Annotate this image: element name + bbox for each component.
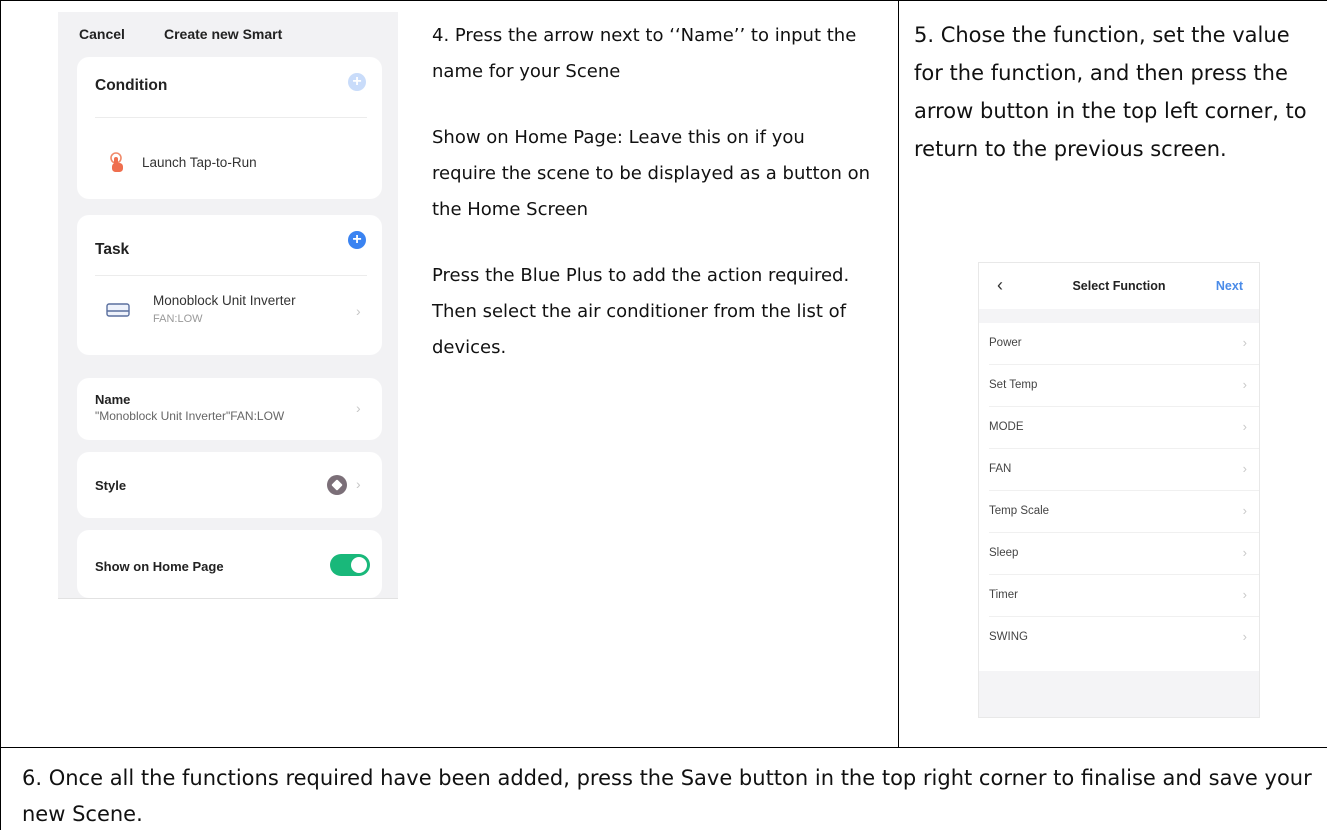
toggle-knob — [351, 557, 367, 573]
chevron-right-icon[interactable]: › — [356, 400, 361, 416]
task-card: Task + Monoblock Unit Inverter FAN:LOW › — [77, 215, 382, 355]
function-label: FAN — [989, 463, 1012, 475]
ac-unit-icon — [106, 303, 130, 317]
launch-tap-to-run-item[interactable]: Launch Tap-to-Run — [142, 155, 257, 170]
show-home-card: Show on Home Page — [77, 530, 382, 598]
chevron-right-icon: › — [1242, 461, 1247, 476]
create-scene-screenshot: Cancel Create new Smart Condition + Laun… — [58, 12, 398, 599]
app-header: ‹ Select Function Next — [979, 263, 1259, 309]
table-border-top — [0, 0, 1327, 1]
function-label: MODE — [989, 421, 1024, 433]
table-divider-horizontal — [0, 747, 1327, 748]
divider — [95, 275, 367, 276]
name-value: "Monoblock Unit Inverter"FAN:LOW — [95, 409, 285, 423]
plus-circle-icon[interactable]: + — [348, 73, 366, 91]
screen-title: Create new Smart — [164, 26, 283, 42]
function-label: Set Temp — [989, 379, 1038, 391]
table-border-left — [0, 0, 1, 830]
function-label: Power — [989, 337, 1022, 349]
divider — [95, 117, 367, 118]
function-label: Sleep — [989, 547, 1019, 559]
function-item-mode[interactable]: MODE › — [979, 407, 1259, 449]
function-item-sleep[interactable]: Sleep › — [979, 533, 1259, 575]
function-item-set-temp[interactable]: Set Temp › — [979, 365, 1259, 407]
step4-para-name: 4. Press the arrow next to ‘‘Name’’ to i… — [432, 25, 857, 82]
name-card[interactable]: Name "Monoblock Unit Inverter"FAN:LOW › — [77, 378, 382, 440]
tap-hand-icon — [110, 152, 123, 172]
step5-instructions: 5. Chose the function, set the value for… — [914, 23, 1307, 161]
footer-spacer — [979, 671, 1259, 717]
device-name[interactable]: Monoblock Unit Inverter — [153, 293, 296, 308]
chevron-right-icon: › — [1242, 503, 1247, 518]
chevron-right-icon: › — [1242, 335, 1247, 350]
function-label: SWING — [989, 631, 1028, 643]
chevron-right-icon: › — [1242, 545, 1247, 560]
function-item-temp-scale[interactable]: Temp Scale › — [979, 491, 1259, 533]
step6-instructions: 6. Once all the functions required have … — [22, 766, 1312, 826]
show-home-label: Show on Home Page — [95, 559, 224, 574]
cancel-button[interactable]: Cancel — [79, 26, 125, 42]
chevron-right-icon[interactable]: › — [356, 476, 361, 492]
chevron-right-icon: › — [1242, 587, 1247, 602]
table-divider-vertical — [898, 0, 899, 748]
step4-para-plus: Press the Blue Plus to add the action re… — [432, 265, 850, 358]
section-spacer — [979, 309, 1259, 323]
next-button[interactable]: Next — [1216, 279, 1243, 293]
app-header: Cancel Create new Smart — [58, 12, 398, 54]
select-function-screenshot: ‹ Select Function Next Power › Set Temp … — [978, 262, 1260, 718]
chevron-right-icon: › — [1242, 377, 1247, 392]
style-card[interactable]: Style › — [77, 452, 382, 518]
name-label: Name — [95, 392, 131, 407]
chevron-right-icon[interactable]: › — [356, 303, 361, 319]
tag-icon — [327, 475, 347, 495]
style-label: Style — [95, 478, 127, 493]
plus-circle-icon[interactable]: + — [348, 231, 366, 249]
show-home-toggle[interactable] — [330, 554, 370, 576]
instruction-page: Cancel Create new Smart Condition + Laun… — [0, 0, 1327, 830]
condition-heading: Condition — [95, 77, 168, 94]
function-item-timer[interactable]: Timer › — [979, 575, 1259, 617]
condition-card: Condition + Launch Tap-to-Run — [77, 57, 382, 199]
step4-para-home: Show on Home Page: Leave this on if you … — [432, 127, 871, 220]
function-item-power[interactable]: Power › — [979, 323, 1259, 365]
step4-instructions: 4. Press the arrow next to ‘‘Name’’ to i… — [432, 18, 872, 366]
function-label: Temp Scale — [989, 505, 1050, 517]
function-item-fan[interactable]: FAN › — [979, 449, 1259, 491]
chevron-right-icon: › — [1242, 419, 1247, 434]
chevron-right-icon: › — [1242, 629, 1247, 644]
device-setting: FAN:LOW — [153, 313, 203, 325]
function-item-swing[interactable]: SWING › — [979, 617, 1259, 659]
task-heading: Task — [95, 241, 130, 258]
function-label: Timer — [989, 589, 1018, 601]
